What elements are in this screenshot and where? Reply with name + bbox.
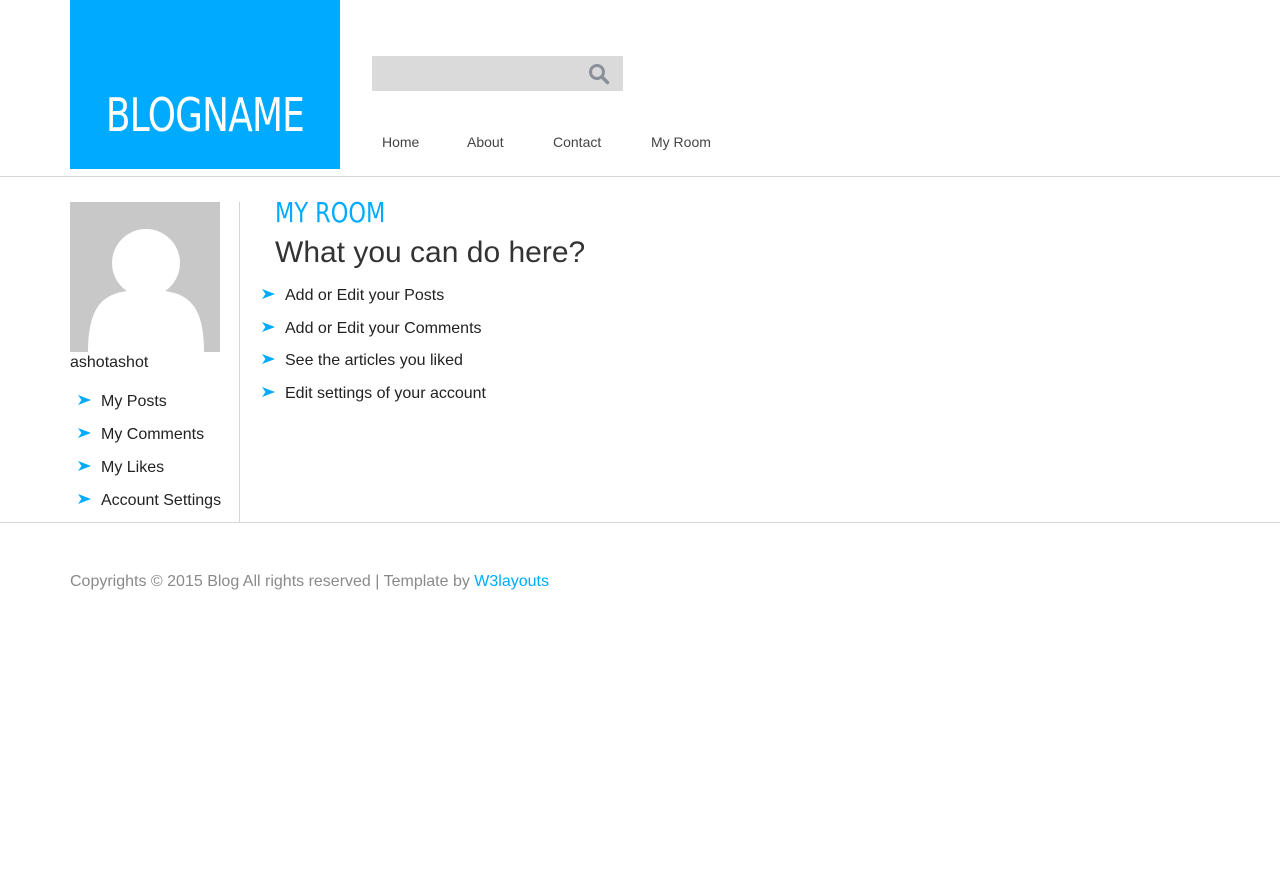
- copyright-text: Copyrights © 2015 Blog All rights reserv…: [70, 573, 475, 590]
- arrow-bullet-icon: [262, 289, 275, 299]
- list-item-label: Add or Edit your Posts: [285, 287, 445, 304]
- username: ashotashot: [70, 354, 149, 371]
- sidebar-divider: [239, 202, 240, 522]
- arrow-bullet-icon: [78, 461, 91, 471]
- sidebar-link-my-likes[interactable]: My Likes: [101, 459, 164, 477]
- arrow-bullet-icon: [262, 387, 275, 398]
- search-input[interactable]: [372, 56, 572, 91]
- arrow-bullet-icon: [78, 395, 91, 405]
- avatar: [70, 202, 220, 352]
- sidebar-link-my-comments[interactable]: My Comments: [101, 426, 204, 444]
- footer-credit-link[interactable]: W3layouts: [474, 573, 549, 590]
- list-item-label: Edit settings of your account: [285, 385, 486, 403]
- sidebar-link-my-posts[interactable]: My Posts: [101, 393, 167, 411]
- user-silhouette-icon: [88, 229, 204, 352]
- nav-contact[interactable]: Contact: [553, 134, 601, 150]
- arrow-bullet-icon: [78, 428, 91, 438]
- search-icon[interactable]: [587, 62, 611, 86]
- logo-text[interactable]: BLOGNAME: [100, 88, 311, 142]
- footer: Copyrights © 2015 Blog All rights reserv…: [70, 573, 549, 591]
- logo[interactable]: BLOGNAME: [70, 0, 340, 169]
- page-heading: What you can do here?: [275, 236, 586, 269]
- arrow-bullet-icon: [262, 321, 275, 332]
- page: BLOGNAME Home About Contact My Room asho…: [0, 0, 1280, 887]
- nav-about[interactable]: About: [467, 134, 504, 150]
- nav-my-room[interactable]: My Room: [651, 134, 711, 150]
- section-title: MY ROOM: [275, 196, 386, 229]
- search-bar: [372, 56, 623, 91]
- nav-home[interactable]: Home: [382, 134, 419, 150]
- arrow-bullet-icon: [262, 354, 275, 365]
- list-item-label: See the articles you liked: [285, 352, 463, 370]
- list-item-label: Add or Edit your Comments: [285, 319, 482, 337]
- footer-divider: [0, 522, 1280, 523]
- sidebar-link-account-settings[interactable]: Account Settings: [101, 492, 221, 510]
- header-divider: [0, 176, 1280, 177]
- arrow-bullet-icon: [78, 494, 91, 504]
